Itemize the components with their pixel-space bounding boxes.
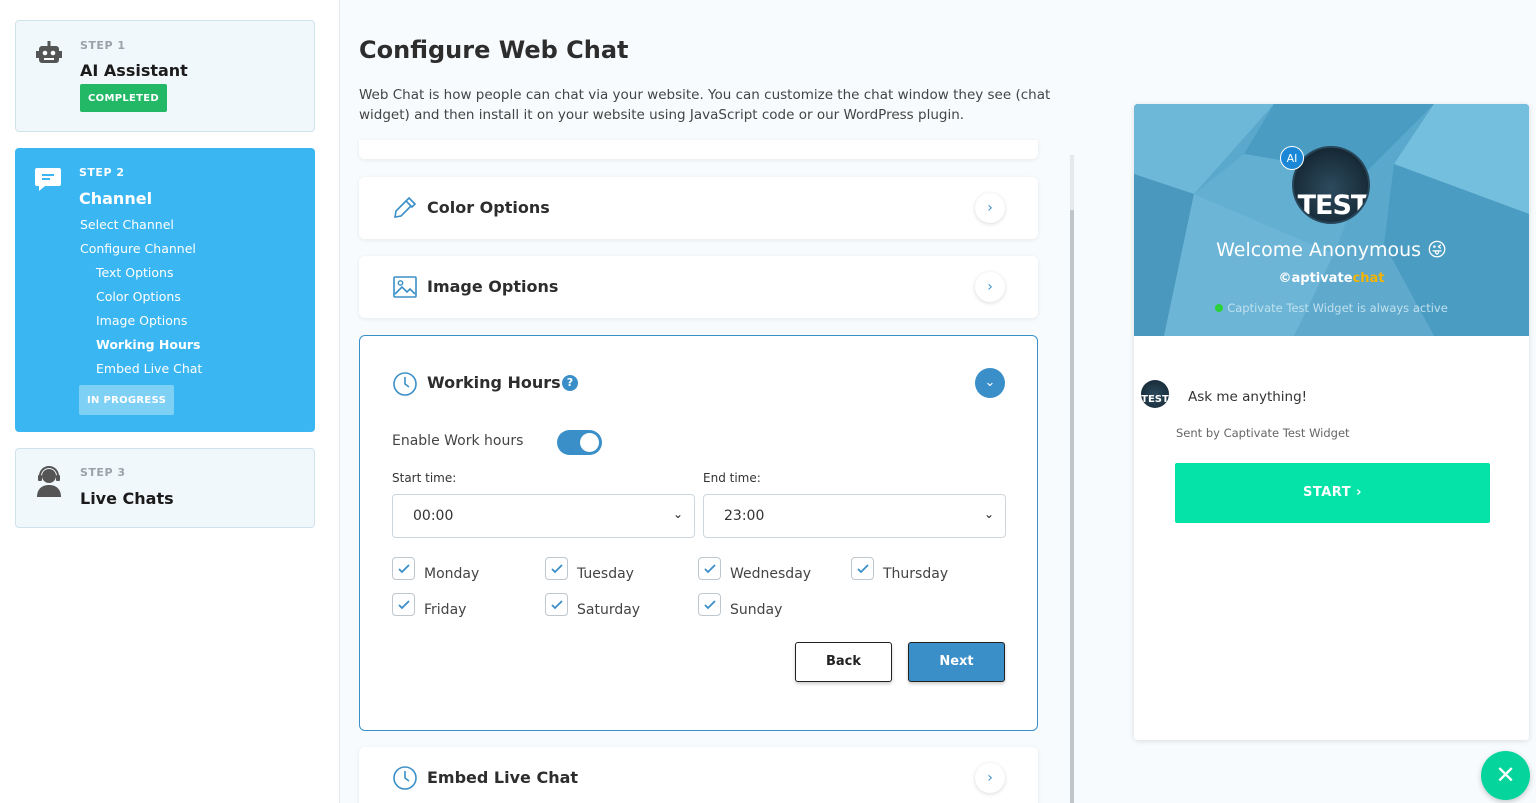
chevron-right-icon[interactable]: ›	[975, 272, 1005, 302]
robot-icon	[34, 39, 64, 69]
image-icon	[392, 274, 418, 300]
next-button[interactable]: Next	[908, 642, 1005, 682]
step-card-channel[interactable]: STEP 2 Channel Select Channel Configure …	[15, 148, 315, 432]
panel-title: Color Options	[427, 198, 550, 217]
sidebar-item-image-options[interactable]: Image Options	[96, 313, 187, 328]
start-time-label: Start time:	[392, 471, 457, 485]
sidebar-item-color-options[interactable]: Color Options	[96, 289, 181, 304]
thursday-checkbox[interactable]	[851, 557, 874, 580]
ai-badge: AI	[1280, 146, 1304, 170]
chevron-down-icon: ⌄	[672, 507, 683, 521]
page-title: Configure Web Chat	[359, 36, 629, 64]
step-title: AI Assistant	[80, 61, 188, 80]
chevron-down-icon[interactable]: ⌄	[975, 368, 1005, 398]
sunday-checkbox[interactable]	[698, 593, 721, 616]
working-hours-panel: Working Hours ? ⌄ Enable Work hours Star…	[359, 335, 1038, 731]
avatar-text: TEST	[1297, 190, 1369, 221]
start-time-select[interactable]: 00:00 ⌄	[392, 494, 695, 538]
tuesday-checkbox[interactable]	[545, 557, 568, 580]
step-kicker: STEP 1	[80, 39, 126, 52]
monday-checkbox[interactable]	[392, 557, 415, 580]
end-time-label: End time:	[703, 471, 761, 485]
day-label: Saturday	[577, 602, 641, 618]
step-kicker: STEP 3	[80, 466, 126, 479]
end-time-value: 23:00	[724, 508, 765, 524]
friday-checkbox[interactable]	[392, 593, 415, 616]
widget-header: TEST AI Welcome Anonymous 😜 ©aptivatecha…	[1134, 104, 1529, 336]
chat-widget-preview: TEST AI Welcome Anonymous 😜 ©aptivatecha…	[1134, 104, 1529, 740]
image-options-panel[interactable]: Image Options ›	[359, 256, 1038, 318]
embed-live-chat-panel[interactable]: Embed Live Chat ›	[359, 747, 1038, 803]
saturday-checkbox[interactable]	[545, 593, 568, 616]
sidebar-item-text-options[interactable]: Text Options	[96, 265, 173, 280]
status-line: Captivate Test Widget is always active	[1134, 301, 1529, 315]
widget-body: TEST Ask me anything! Sent by Captivate …	[1134, 336, 1529, 740]
sidebar-item-select-channel[interactable]: Select Channel	[80, 217, 174, 232]
day-label: Monday	[424, 566, 480, 582]
scrollbar-thumb[interactable]	[1070, 210, 1074, 803]
bot-avatar-small: TEST	[1141, 380, 1169, 408]
status-text: Captivate Test Widget is always active	[1227, 301, 1448, 315]
page-description: Web Chat is how people can chat via your…	[359, 87, 1051, 123]
day-label: Thursday	[883, 566, 949, 582]
enable-work-hours-label: Enable Work hours	[392, 433, 524, 449]
step-title: Live Chats	[80, 489, 174, 508]
step-kicker: STEP 2	[79, 166, 125, 179]
panel-title: Working Hours	[427, 373, 561, 392]
text-options-panel-collapsed	[359, 140, 1038, 159]
sidebar-item-working-hours[interactable]: Working Hours	[96, 337, 200, 352]
day-label: Tuesday	[577, 566, 634, 582]
wednesday-checkbox[interactable]	[698, 557, 721, 580]
enable-work-hours-toggle[interactable]	[557, 430, 602, 455]
status-badge-completed: COMPLETED	[80, 84, 167, 112]
step-title: Channel	[79, 189, 153, 208]
day-label: Wednesday	[730, 566, 812, 582]
brand-logo: ©aptivatechat	[1134, 271, 1529, 286]
start-time-value: 00:00	[413, 508, 454, 524]
sidebar-item-embed-live-chat[interactable]: Embed Live Chat	[96, 361, 202, 376]
clock-icon	[392, 371, 418, 397]
brand-prefix: ©aptivate	[1278, 271, 1353, 286]
online-status-icon	[1215, 304, 1224, 312]
status-badge-in-progress: IN PROGRESS	[79, 385, 175, 415]
panel-title: Embed Live Chat	[427, 768, 579, 787]
welcome-text: Welcome Anonymous 😜	[1216, 239, 1447, 261]
clock-icon	[392, 765, 418, 791]
step-card-live-chats[interactable]: STEP 3 Live Chats	[15, 448, 315, 528]
chevron-down-icon: ⌄	[983, 507, 994, 521]
end-time-select[interactable]: 23:00 ⌄	[703, 494, 1006, 538]
close-chat-button[interactable]: ✕	[1481, 751, 1530, 800]
start-button[interactable]: START ›	[1175, 463, 1490, 523]
day-label: Sunday	[730, 602, 783, 618]
support-agent-icon	[34, 465, 64, 497]
back-button[interactable]: Back	[795, 642, 892, 682]
chevron-right-icon[interactable]: ›	[975, 763, 1005, 793]
brand-suffix: chat	[1352, 271, 1385, 286]
day-label: Friday	[424, 602, 467, 618]
panel-title: Image Options	[427, 277, 559, 296]
step-card-ai-assistant[interactable]: STEP 1 AI Assistant COMPLETED	[15, 20, 315, 132]
sidebar: STEP 1 AI Assistant COMPLETED STEP 2 Cha…	[0, 0, 340, 803]
chat-bubble-icon	[33, 164, 63, 194]
toggle-knob	[580, 433, 599, 452]
help-icon[interactable]: ?	[562, 375, 578, 391]
bot-message: Ask me anything!	[1188, 389, 1308, 405]
avatar-text: TEST	[1141, 394, 1169, 405]
sidebar-item-configure-channel[interactable]: Configure Channel	[80, 241, 196, 256]
chevron-right-icon[interactable]: ›	[975, 193, 1005, 223]
color-options-panel[interactable]: Color Options ›	[359, 177, 1038, 239]
eyedropper-icon	[392, 195, 418, 221]
sent-by-text: Sent by Captivate Test Widget	[1176, 426, 1350, 440]
